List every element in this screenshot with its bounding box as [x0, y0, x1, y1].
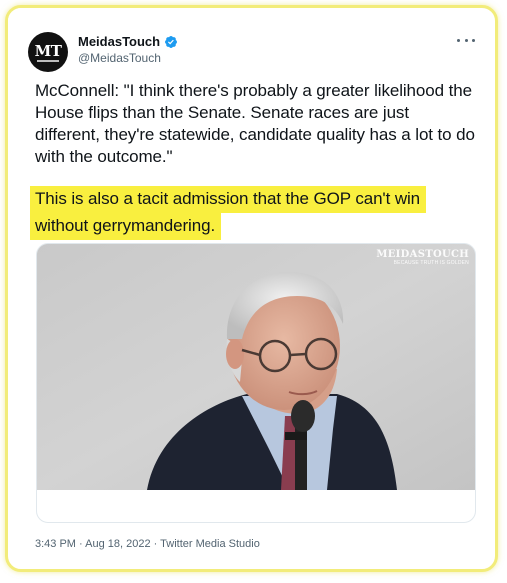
more-dot [472, 38, 475, 42]
tweet-text: McConnell: "I think there's probably a g… [35, 81, 475, 166]
watermark-brand: MEIDASTOUCH [376, 249, 469, 260]
media-card[interactable]: MEIDASTOUCH BECAUSE TRUTH IS GOLDEN [36, 243, 476, 523]
highlighted-text: This is also a tacit admission that the … [30, 186, 470, 240]
avatar[interactable]: MT [28, 32, 68, 72]
more-dot [464, 38, 468, 42]
more-dot [457, 38, 460, 42]
avatar-underline [37, 60, 59, 62]
verified-badge-icon [165, 35, 178, 48]
highlight-line: without gerrymandering. [30, 213, 222, 240]
display-name[interactable]: MeidasTouch [78, 34, 160, 49]
display-name-row[interactable]: MeidasTouch [78, 34, 178, 49]
avatar-monogram: MT [34, 42, 62, 60]
video-player[interactable]: MEIDASTOUCH BECAUSE TRUTH IS GOLDEN [37, 244, 475, 490]
video-watermark: MEIDASTOUCH BECAUSE TRUTH IS GOLDEN [376, 249, 469, 266]
more-options-icon[interactable] [457, 35, 475, 45]
watermark-tagline: BECAUSE TRUTH IS GOLDEN [393, 260, 469, 266]
handle[interactable]: @MeidasTouch [78, 51, 161, 65]
video-frame [37, 244, 475, 490]
highlight-line: This is also a tacit admission that the … [30, 186, 427, 213]
tweet-metadata[interactable]: 3:43 PM · Aug 18, 2022 · Twitter Media S… [35, 538, 260, 550]
